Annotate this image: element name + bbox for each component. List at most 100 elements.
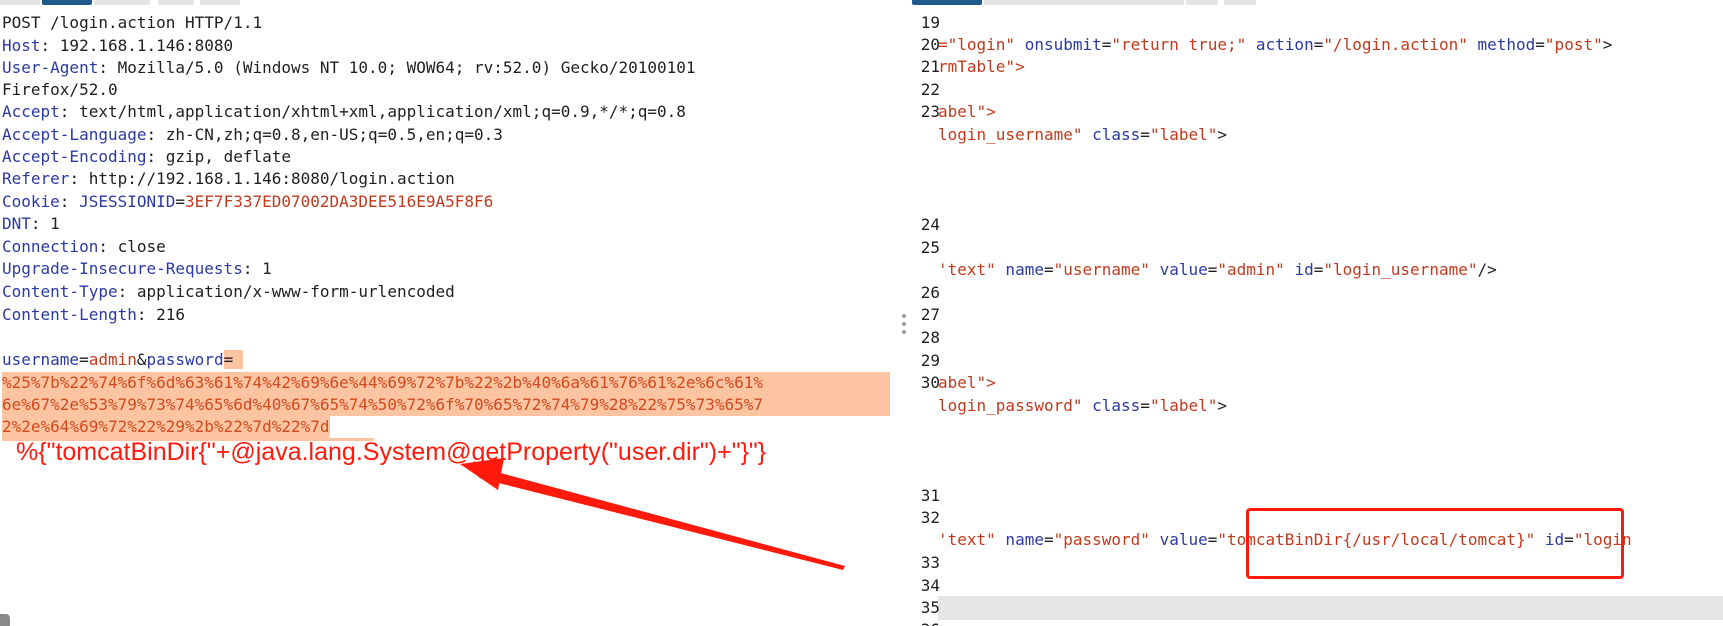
header-name: Content-Length [2, 305, 137, 324]
code-token: "admin" [1217, 260, 1285, 279]
code-token: > [1217, 125, 1228, 144]
code-line: abel"> [938, 373, 996, 392]
encoded-payload-line: %25%7b%22%74%6f%6d%63%61%74%42%69%6e%44%… [2, 372, 890, 394]
header-name: Upgrade-Insecure-Requests [2, 259, 243, 278]
line-number: 27 [920, 305, 940, 324]
header-name: Accept [2, 102, 60, 121]
code-token: = [1313, 260, 1324, 279]
code-token: login_password" [938, 396, 1083, 415]
param-separator: & [136, 350, 147, 369]
code-token: class [1082, 125, 1141, 144]
code-token: /> [1477, 260, 1497, 279]
line-number: 20 [920, 35, 940, 54]
header-row: DNT: 1 [2, 214, 60, 233]
code-line: login_username" class="label"> [938, 124, 1227, 146]
header-name: Content-Type [2, 282, 118, 301]
highlight-box [1246, 508, 1624, 579]
cookie-row: Cookie: JSESSIONID=3EF7F337ED07002DA3DEE… [2, 192, 494, 211]
code-token: = [1535, 35, 1545, 54]
payload-annotation: %{"tomcatBinDir{"+@java.lang.System@getP… [16, 438, 767, 466]
line-number: 26 [920, 283, 940, 302]
code-token: = [1207, 530, 1218, 549]
header-name: Cookie [2, 192, 60, 211]
line-number: 19 [920, 13, 940, 32]
line-number: 28 [920, 328, 940, 347]
header-value: 192.168.1.146:8080 [59, 36, 234, 55]
code-token: > [1217, 396, 1228, 415]
header-value: text/html,application/xhtml+xml,applicat… [79, 102, 686, 121]
header-name: User-Agent [2, 58, 99, 77]
code-token: = [1043, 260, 1054, 279]
header-row: Upgrade-Insecure-Requests: 1 [2, 259, 272, 278]
code-token: 'text" [938, 260, 996, 279]
header-row: Content-Type: application/x-www-form-url… [2, 282, 455, 301]
pane-splitter[interactable] [900, 310, 908, 340]
line-number: 35 [920, 598, 940, 617]
header-value: application/x-www-form-urlencoded [136, 282, 455, 301]
code-token: = [1043, 530, 1054, 549]
request-line: POST /login.action HTTP/1.1 [2, 13, 263, 32]
code-line: abel"> [938, 102, 996, 121]
code-token: id [1284, 260, 1314, 279]
header-row: User-Agent: Mozilla/5.0 (Windows NT 10.0… [2, 58, 696, 77]
param-value: admin [88, 350, 137, 369]
code-line: login_password" class="label"> [938, 395, 1227, 417]
header-value: Mozilla/5.0 (Windows NT 10.0; WOW64; rv:… [117, 58, 696, 77]
header-name: Accept-Encoding [2, 147, 147, 166]
line-number: 33 [920, 553, 940, 572]
code-token: = [1101, 35, 1112, 54]
header-value: http://192.168.1.146:8080/login.action [88, 169, 455, 188]
param-name: username [2, 350, 80, 369]
code-token: action [1246, 35, 1314, 54]
header-row: Host: 192.168.1.146:8080 [2, 36, 234, 55]
code-line: ="login" onsubmit="return true;" action=… [938, 34, 1612, 56]
request-editor[interactable]: POST /login.action HTTP/1.1 Host: 192.16… [0, 0, 900, 626]
code-token: method [1467, 35, 1536, 54]
header-name: DNT [2, 214, 31, 233]
code-token: name [995, 530, 1044, 549]
line-number: 31 [920, 486, 940, 505]
line-number: 36 [914, 619, 940, 626]
code-token: = [1140, 125, 1150, 144]
cookie-value: 3EF7F337ED07002DA3DEE516E9A5F8F6 [185, 192, 494, 211]
param-name: password [146, 350, 224, 369]
code-token: > [1602, 35, 1613, 54]
header-value: close [117, 237, 166, 256]
code-token: "username" [1053, 260, 1150, 279]
param-equals: == [223, 350, 243, 369]
code-token: "label" [1149, 396, 1218, 415]
header-value: 1 [262, 259, 272, 278]
line-number: 34 [920, 576, 940, 595]
code-token: 'text" [938, 530, 996, 549]
header-row: Connection: close [2, 237, 166, 256]
line-number: 22 [920, 80, 940, 99]
scroll-handle[interactable] [0, 614, 10, 626]
header-row: Referer: http://192.168.1.146:8080/login… [2, 169, 455, 188]
code-line: rmTable"> [938, 57, 1025, 76]
code-token: name [995, 260, 1044, 279]
body-params: username=admin&password== [2, 349, 243, 371]
header-row: Content-Length: 216 [2, 305, 186, 324]
code-token: value [1149, 530, 1208, 549]
code-token: "return true;" [1111, 35, 1247, 54]
line-number: 29 [920, 351, 940, 370]
code-token: ="login" [938, 35, 1016, 54]
header-name: Connection [2, 237, 99, 256]
header-value: 1 [50, 214, 60, 233]
header-row: Accept-Language: zh-CN,zh;q=0.8,en-US;q=… [2, 125, 503, 144]
code-line: 'text" name="username" value="admin" id=… [938, 259, 1497, 281]
line-number: 30 [920, 373, 940, 392]
encoded-payload-line: 2%2e%64%69%72%22%29%2b%22%7d%22%7d [2, 416, 330, 438]
line-number: 21 [920, 57, 940, 76]
line-number: 23 [920, 102, 940, 121]
cookie-name: JSESSIONID [79, 192, 176, 211]
header-name: Accept-Language [2, 125, 147, 144]
header-value: gzip, deflate [165, 147, 291, 166]
code-token: onsubmit [1015, 35, 1102, 54]
line-number: 24 [920, 215, 940, 234]
code-token: "label" [1149, 125, 1218, 144]
code-token: "post" [1544, 35, 1603, 54]
code-token: "/login.action" [1323, 35, 1468, 54]
code-token: value [1149, 260, 1208, 279]
code-token: "password" [1053, 530, 1150, 549]
